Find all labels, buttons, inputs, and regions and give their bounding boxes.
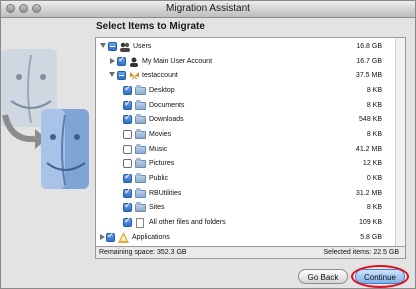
users-checkbox[interactable] — [108, 42, 117, 51]
folder-icon — [135, 114, 146, 124]
item-size: 8 KB — [366, 102, 382, 109]
item-label: Downloads — [149, 116, 184, 123]
applications-icon — [118, 232, 129, 243]
list-item-public[interactable]: Public 0 KB — [96, 172, 392, 186]
item-label: Pictures — [149, 160, 175, 167]
item-label: Documents — [149, 102, 185, 109]
folder-icon — [135, 188, 146, 198]
item-label: Desktop — [149, 87, 175, 94]
folder-icon — [135, 158, 146, 168]
movies-checkbox[interactable] — [123, 130, 132, 139]
list-item-all-other-files[interactable]: All other files and folders 109 KB — [96, 216, 392, 230]
item-size: 8 KB — [366, 87, 382, 94]
vertical-scrollbar[interactable] — [395, 38, 405, 246]
migration-illustration-icon — [1, 49, 89, 189]
music-checkbox[interactable] — [123, 145, 132, 154]
list-item-pictures[interactable]: Pictures 12 KB — [96, 158, 392, 171]
item-size: 16.8 GB — [356, 43, 382, 50]
list-item-documents[interactable]: Documents 8 KB — [96, 99, 392, 113]
list-item-downloads[interactable]: Downloads 548 KB — [96, 113, 392, 127]
document-icon — [136, 218, 144, 228]
page-heading: Select Items to Migrate — [96, 21, 205, 32]
item-size: 8 KB — [366, 131, 382, 138]
applications-checkbox[interactable] — [106, 231, 115, 242]
item-label: Users — [133, 43, 152, 50]
list-item-music[interactable]: Music 41.2 MB — [96, 144, 392, 157]
user-account-icon — [130, 57, 138, 67]
main-user-account-checkbox[interactable] — [117, 55, 126, 66]
item-size: 109 KB — [359, 219, 382, 226]
item-size: 0 KB — [366, 175, 382, 182]
item-label: Music — [149, 146, 168, 153]
list-item-users[interactable]: Users 16.8 GB — [96, 41, 392, 54]
sites-checkbox[interactable] — [123, 201, 132, 212]
public-checkbox[interactable] — [123, 172, 132, 183]
list-item-desktop[interactable]: Desktop 8 KB — [96, 84, 392, 98]
item-size: 12 KB — [362, 160, 382, 167]
item-label: Sites — [149, 204, 165, 211]
disclosure-triangle-icon[interactable] — [109, 72, 115, 77]
status-bar: Remaining space: 352.3 GB Selected items… — [95, 247, 406, 259]
item-label: Applications — [132, 234, 170, 241]
list-item-movies[interactable]: Movies 8 KB — [96, 129, 392, 142]
item-size: 41.2 MB — [355, 146, 382, 153]
selected-items-text: Selected items: 22.5 GB — [323, 249, 399, 256]
window-title: Migration Assistant — [166, 3, 250, 14]
item-size: 5.8 GB — [360, 234, 382, 241]
disclosure-triangle-icon[interactable] — [100, 234, 105, 240]
pictures-checkbox[interactable] — [123, 159, 132, 168]
list-item-applications[interactable]: Applications 5.8 GB — [96, 231, 392, 245]
item-label: testaccount — [142, 72, 178, 79]
users-icon — [120, 42, 130, 52]
migration-items-list[interactable]: Users 16.8 GB My Main User Account 16.7 … — [95, 37, 406, 247]
all-other-files-checkbox[interactable] — [123, 216, 132, 227]
title-bar: Migration Assistant — [1, 1, 415, 18]
remaining-space-text: Remaining space: 352.3 GB — [99, 249, 187, 256]
documents-checkbox[interactable] — [123, 99, 132, 110]
item-label: Movies — [149, 131, 172, 138]
item-label: Public — [149, 175, 169, 182]
item-label: My Main User Account — [142, 58, 213, 65]
disclosure-triangle-icon[interactable] — [110, 58, 115, 64]
go-back-button[interactable]: Go Back — [298, 269, 348, 284]
downloads-checkbox[interactable] — [123, 113, 132, 124]
folder-icon — [135, 173, 146, 183]
item-size: 37.5 MB — [355, 72, 382, 79]
item-size: 548 KB — [359, 116, 382, 123]
list-item-testaccount[interactable]: testaccount 37.5 MB — [96, 70, 392, 83]
item-size: 8 KB — [366, 204, 382, 211]
item-size: 16.7 GB — [356, 58, 382, 65]
desktop-checkbox[interactable] — [123, 84, 132, 95]
item-size: 31.2 MB — [355, 190, 382, 197]
disclosure-triangle-icon[interactable] — [100, 43, 106, 48]
folder-icon — [135, 144, 146, 154]
testaccount-checkbox[interactable] — [117, 71, 126, 80]
item-label: All other files and folders — [149, 219, 226, 226]
list-item-rbutilities[interactable]: RBUtilities 31.2 MB — [96, 187, 392, 201]
list-item-sites[interactable]: Sites 8 KB — [96, 201, 392, 215]
list-item-main-user-account[interactable]: My Main User Account 16.7 GB — [96, 55, 392, 69]
folder-icon — [135, 85, 146, 95]
folder-icon — [135, 100, 146, 110]
item-label: RBUtilities — [149, 190, 182, 197]
user-butterfly-icon — [130, 72, 139, 80]
folder-icon — [135, 202, 146, 212]
migration-assistant-window: Migration Assistant Select Items to Migr… — [0, 0, 416, 289]
folder-icon — [135, 129, 146, 139]
rbutilities-checkbox[interactable] — [123, 187, 132, 198]
continue-highlight-ring — [351, 265, 409, 288]
